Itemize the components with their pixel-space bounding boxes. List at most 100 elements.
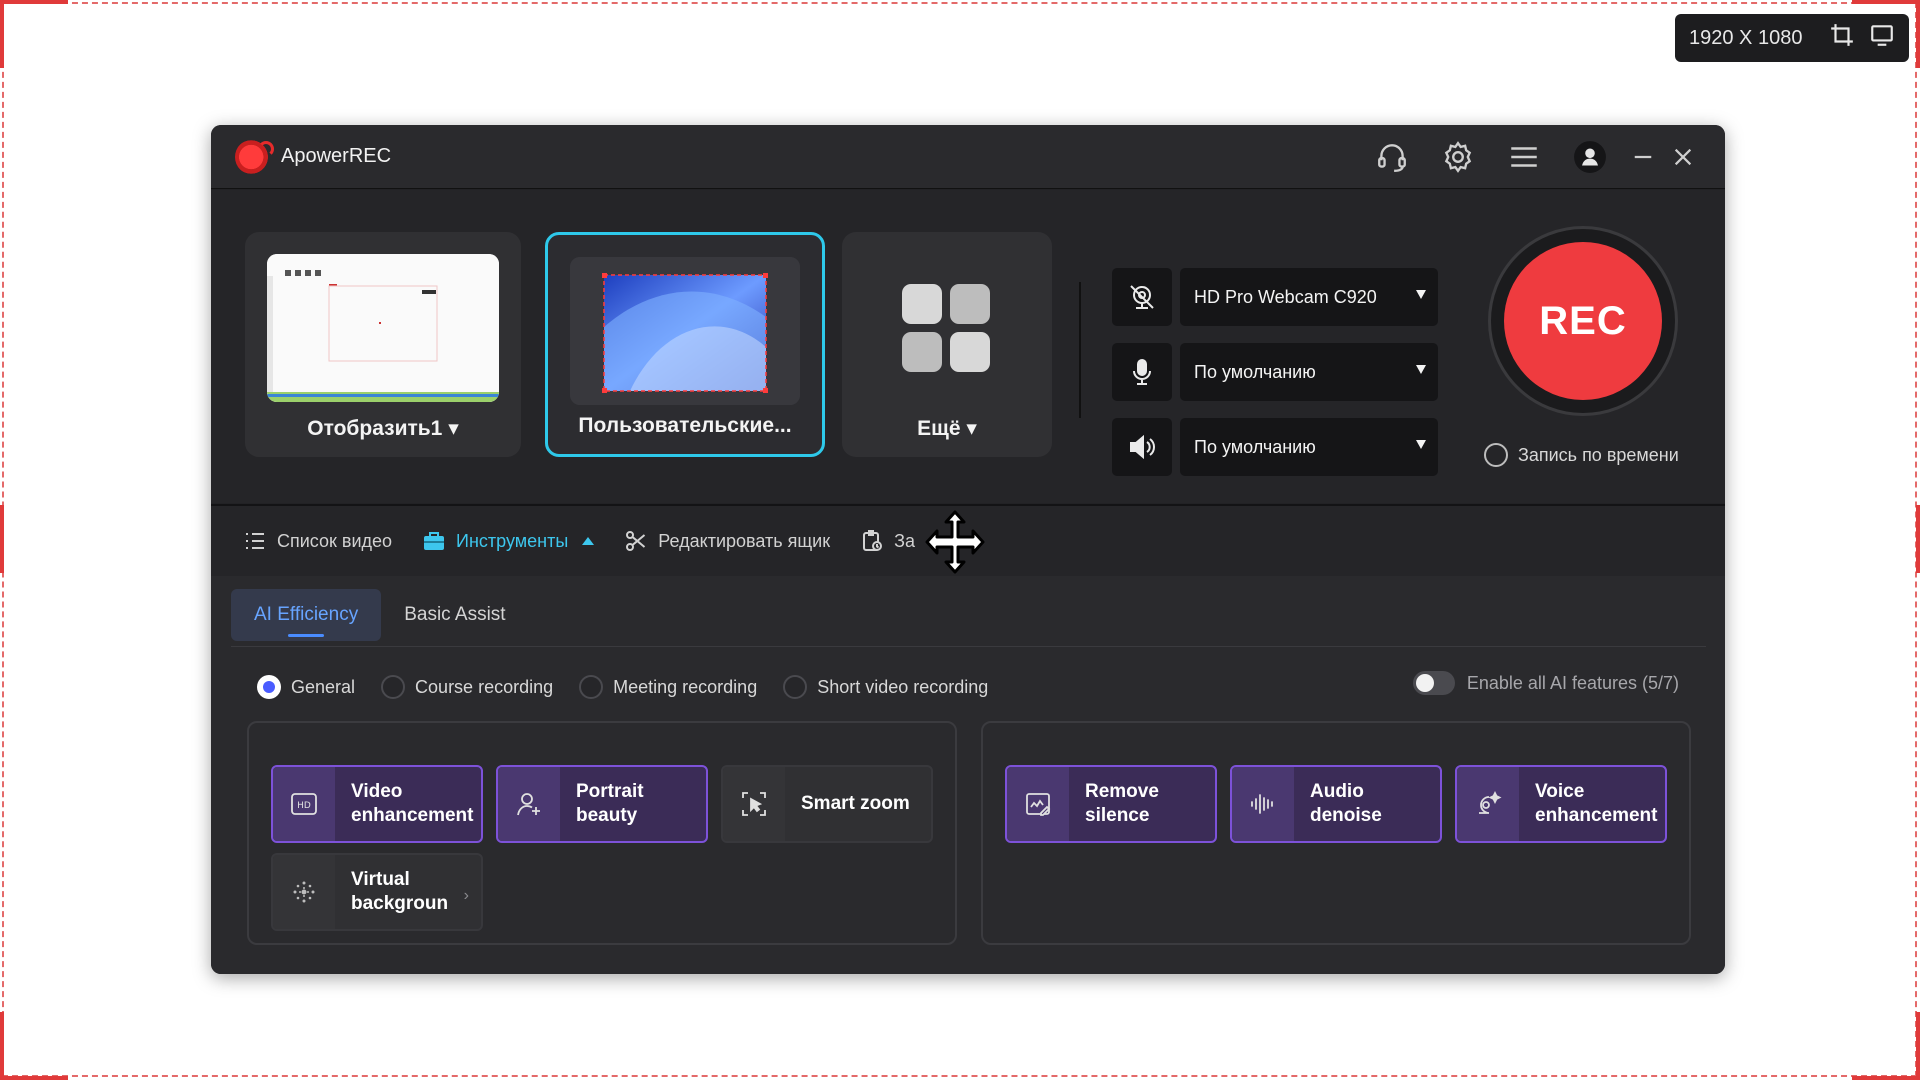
mode-custom-label: Пользовательские... bbox=[578, 414, 792, 437]
enable-all-ai[interactable]: Enable all AI features (5/7) bbox=[1412, 671, 1679, 695]
feature-voice-enhancement-label: Voice enhancement bbox=[1535, 781, 1658, 826]
webcam-select[interactable]: HD Pro Webcam C920 bbox=[1180, 268, 1438, 326]
tasks-button[interactable]: За bbox=[860, 529, 915, 553]
scene-course[interactable]: Course recording bbox=[381, 675, 553, 699]
microphone-value: По умолчанию bbox=[1194, 361, 1316, 382]
gear-icon[interactable] bbox=[1425, 125, 1491, 189]
close-icon[interactable] bbox=[1663, 125, 1703, 189]
feature-smart-zoom-label: Smart zoom bbox=[801, 793, 910, 814]
feature-remove-silence[interactable]: Remove silence bbox=[1005, 765, 1217, 843]
scene-meeting-radio[interactable] bbox=[579, 675, 604, 699]
timed-recording-radio[interactable] bbox=[1484, 443, 1508, 467]
region-handle-left[interactable] bbox=[0, 505, 4, 573]
region-handle-top-left[interactable] bbox=[0, 0, 68, 4]
headset-icon[interactable] bbox=[1359, 125, 1425, 189]
timed-recording-option[interactable]: Запись по времени bbox=[1484, 443, 1679, 467]
move-cursor-icon bbox=[925, 510, 985, 574]
chevron-down-icon bbox=[1416, 365, 1426, 374]
webcam-row: HD Pro Webcam C920 bbox=[1112, 268, 1438, 326]
region-handle-bottom-left[interactable] bbox=[0, 1076, 68, 1080]
scene-meeting-label: Meeting recording bbox=[613, 676, 758, 697]
user-icon[interactable] bbox=[1557, 125, 1623, 189]
edit-box-label: Редактировать ящик bbox=[658, 530, 831, 551]
mode-display-label: Отобразить1 ▾ bbox=[307, 417, 459, 440]
enable-all-toggle[interactable] bbox=[1412, 671, 1455, 695]
audio-features-group: Remove silence Audio denoise Voice enhan… bbox=[981, 721, 1691, 945]
region-handle-bottom-left-v[interactable] bbox=[0, 1012, 4, 1080]
apowerrec-window: ApowerREC Отобразить1 ▾ Пользовательские… bbox=[211, 125, 1725, 974]
hd-icon: HD bbox=[273, 767, 335, 841]
chevron-down-icon bbox=[1416, 290, 1426, 299]
svg-text:HD: HD bbox=[297, 801, 311, 811]
crop-icon[interactable] bbox=[1829, 22, 1855, 54]
chevron-down-icon bbox=[1416, 440, 1426, 449]
video-features-group: HD Video enhancement Portrait beauty Sma… bbox=[247, 721, 957, 945]
section-divider bbox=[1079, 282, 1081, 418]
menu-icon[interactable] bbox=[1491, 125, 1557, 189]
minimize-icon[interactable] bbox=[1623, 125, 1663, 189]
custom-region-thumbnail bbox=[570, 257, 800, 405]
feature-virtual-background-label: Virtual backgroun bbox=[351, 869, 449, 914]
microphone-icon[interactable] bbox=[1112, 343, 1172, 401]
scene-course-radio[interactable] bbox=[381, 675, 406, 699]
speaker-select[interactable]: По умолчанию bbox=[1180, 418, 1438, 476]
scene-general[interactable]: General bbox=[257, 675, 355, 699]
scene-course-label: Course recording bbox=[415, 676, 554, 697]
tasks-label: За bbox=[894, 530, 915, 551]
webcam-off-icon[interactable] bbox=[1112, 268, 1172, 326]
chevron-up-icon bbox=[582, 537, 595, 545]
microphone-row: По умолчанию bbox=[1112, 343, 1438, 401]
title-bar: ApowerREC bbox=[211, 125, 1725, 189]
scene-short-video-radio[interactable] bbox=[783, 675, 808, 699]
feature-portrait-beauty[interactable]: Portrait beauty bbox=[496, 765, 708, 843]
video-list-button[interactable]: Список видео bbox=[243, 529, 392, 553]
speaker-value: По умолчанию bbox=[1194, 436, 1316, 457]
feature-virtual-background[interactable]: Virtual backgroun › bbox=[271, 853, 483, 931]
monitor-icon[interactable] bbox=[1869, 22, 1895, 54]
waveform-icon bbox=[1232, 767, 1294, 841]
feature-remove-silence-label: Remove silence bbox=[1085, 781, 1159, 826]
feature-video-enhancement[interactable]: HD Video enhancement bbox=[271, 765, 483, 843]
region-handle-bottom-right[interactable] bbox=[1852, 1076, 1920, 1080]
feature-virtual-background-more[interactable]: › bbox=[464, 887, 469, 905]
speaker-row: По умолчанию bbox=[1112, 418, 1438, 476]
clipboard-clock-icon bbox=[863, 530, 883, 551]
zoom-cursor-icon bbox=[723, 767, 785, 841]
microphone-select[interactable]: По умолчанию bbox=[1180, 343, 1438, 401]
region-handle-top-right[interactable] bbox=[1852, 0, 1920, 4]
region-handle-top-left-v[interactable] bbox=[0, 0, 4, 68]
feature-audio-denoise-label: Audio denoise bbox=[1310, 781, 1382, 826]
silence-icon bbox=[1007, 767, 1069, 841]
scene-general-radio[interactable] bbox=[257, 675, 281, 699]
tools-button[interactable]: Инструменты bbox=[422, 529, 595, 553]
region-handle-bottom-right-v[interactable] bbox=[1916, 1012, 1920, 1080]
tab-basic-assist[interactable]: Basic Assist bbox=[381, 589, 528, 641]
sparkle-icon bbox=[273, 855, 335, 929]
app-title: ApowerREC bbox=[281, 145, 392, 167]
scene-short-video[interactable]: Short video recording bbox=[783, 675, 988, 699]
tools-panel: AI Efficiency Basic Assist General Cours… bbox=[211, 576, 1725, 974]
feature-audio-denoise[interactable]: Audio denoise bbox=[1230, 765, 1442, 843]
mode-more-label: Ещё ▾ bbox=[917, 417, 977, 440]
display-thumbnail bbox=[267, 254, 499, 402]
edit-box-button[interactable]: Редактировать ящик bbox=[624, 529, 830, 553]
app-logo bbox=[235, 138, 274, 175]
region-handle-top-right-v[interactable] bbox=[1916, 0, 1920, 68]
mode-display[interactable]: Отобразить1 ▾ bbox=[245, 232, 521, 457]
scene-options: General Course recording Meeting recordi… bbox=[257, 675, 1014, 699]
rec-button[interactable]: REC bbox=[1504, 242, 1662, 400]
region-resolution: 1920 X 1080 bbox=[1689, 26, 1803, 49]
region-handle-right[interactable] bbox=[1916, 505, 1920, 573]
grid-icon bbox=[900, 282, 994, 381]
voice-icon bbox=[1457, 767, 1519, 841]
scene-short-video-label: Short video recording bbox=[817, 676, 989, 697]
feature-voice-enhancement[interactable]: Voice enhancement bbox=[1455, 765, 1667, 843]
scene-meeting[interactable]: Meeting recording bbox=[579, 675, 757, 699]
mode-more[interactable]: Ещё ▾ bbox=[842, 232, 1052, 457]
feature-smart-zoom[interactable]: Smart zoom bbox=[721, 765, 933, 843]
tools-label: Инструменты bbox=[456, 530, 569, 551]
tab-ai-efficiency[interactable]: AI Efficiency bbox=[231, 589, 382, 641]
rec-button-ring: REC bbox=[1488, 226, 1678, 416]
mode-custom-region[interactable]: Пользовательские... bbox=[545, 232, 825, 457]
speaker-icon[interactable] bbox=[1112, 418, 1172, 476]
